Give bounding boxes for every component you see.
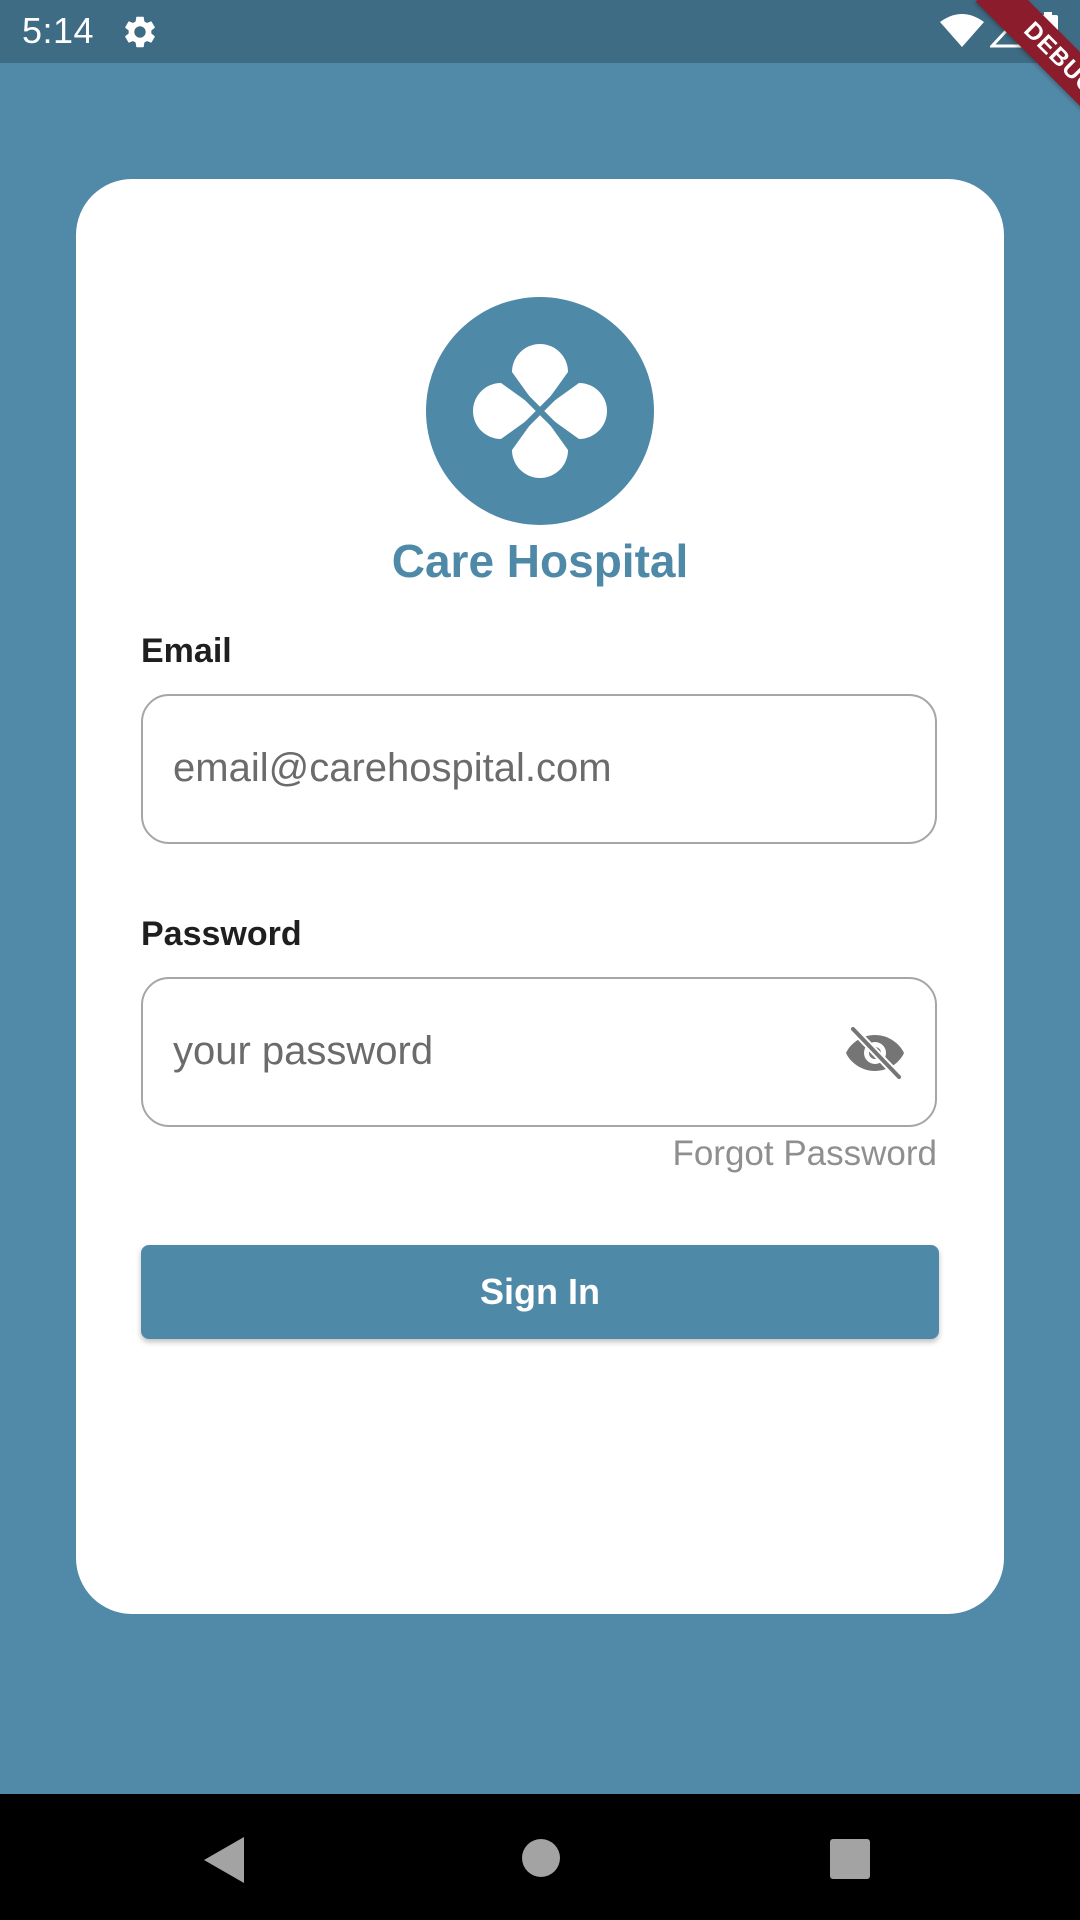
email-field[interactable]: [173, 696, 853, 841]
email-field-container: [141, 694, 937, 844]
sign-in-button[interactable]: Sign In: [141, 1245, 939, 1339]
email-label: Email: [141, 632, 232, 670]
forgot-password-link[interactable]: Forgot Password: [672, 1132, 937, 1176]
password-field-container: [141, 977, 937, 1127]
status-time: 5:14: [22, 10, 95, 51]
home-icon[interactable]: [521, 1838, 561, 1878]
navigation-bar: [0, 1794, 1080, 1920]
recents-icon[interactable]: [830, 1839, 870, 1879]
password-label: Password: [141, 915, 302, 953]
eye-off-icon[interactable]: [845, 1027, 905, 1079]
login-card: Care Hospital Email Password Forgot Pass…: [76, 179, 1004, 1614]
gear-icon: [125, 16, 155, 48]
login-screen: 5:14 DEBUG Care Hospital Email email@car…: [0, 0, 1080, 1920]
wifi-icon: [940, 14, 984, 47]
status-bar: 5:14: [0, 0, 1080, 63]
back-icon[interactable]: [204, 1837, 244, 1883]
password-field[interactable]: [173, 979, 853, 1124]
clover-logo-icon: [426, 297, 654, 525]
app-title: Care Hospital: [391, 535, 689, 587]
